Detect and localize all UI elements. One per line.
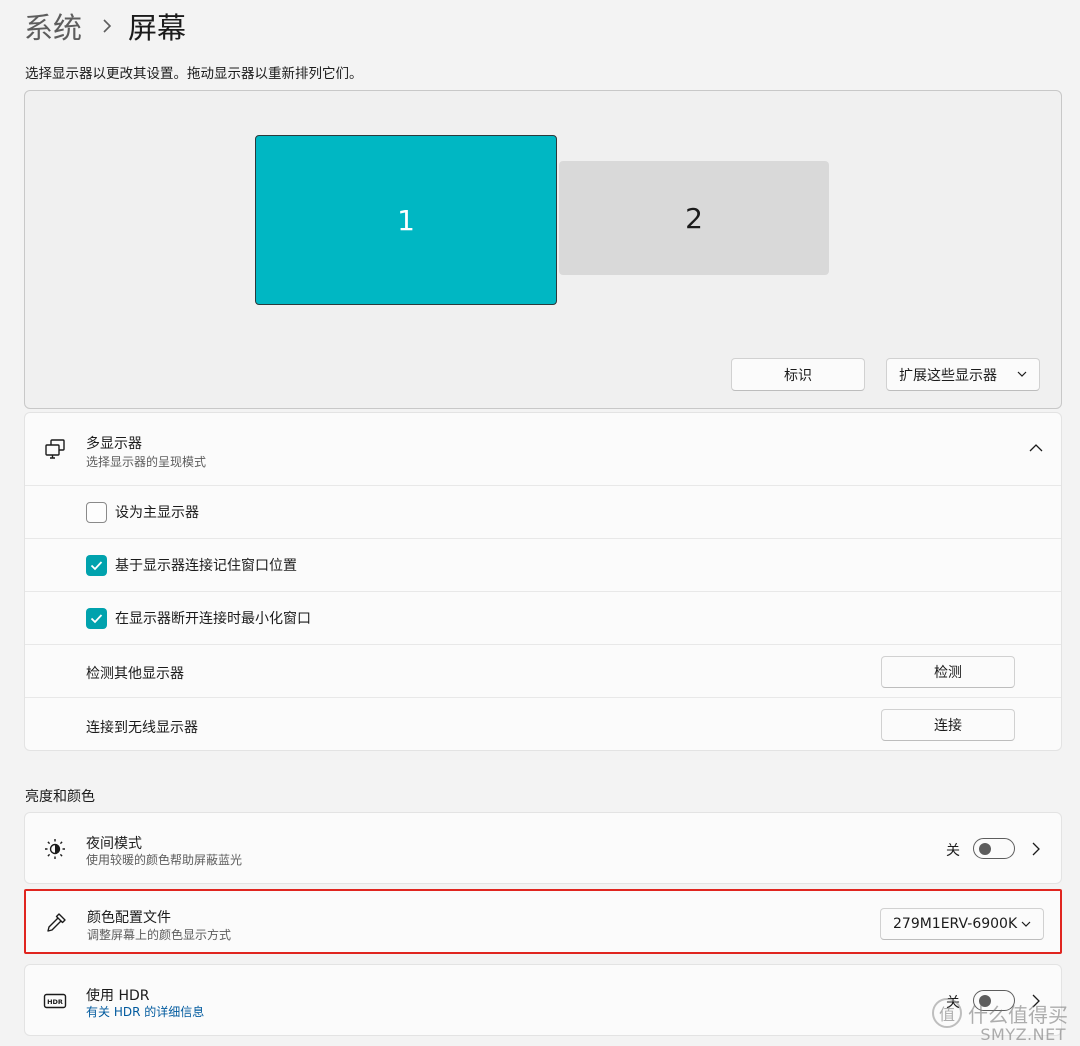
watermark: 值 什么值得买 — [932, 998, 1068, 1028]
eyedropper-icon — [47, 913, 66, 932]
chevron-up-icon[interactable] — [1029, 443, 1043, 453]
night-light-state: 关 — [946, 843, 960, 859]
night-light-toggle[interactable] — [973, 838, 1015, 859]
display-arrangement-panel: 1 2 标识 扩展这些显示器 — [24, 90, 1062, 409]
option-label: 在显示器断开连接时最小化窗口 — [115, 611, 311, 627]
hdr-icon-text: HDR — [47, 998, 63, 1006]
hdr-card[interactable]: HDR 使用 HDR 有关 HDR 的详细信息 关 — [24, 964, 1062, 1036]
chevron-right-icon — [102, 18, 112, 34]
page-description: 选择显示器以更改其设置。拖动显示器以重新排列它们。 — [25, 66, 363, 82]
monitor-1-tile[interactable]: 1 — [255, 135, 557, 305]
page-title: 屏幕 — [128, 11, 187, 45]
monitor-2-label: 2 — [685, 201, 703, 235]
chevron-right-icon[interactable] — [1032, 842, 1040, 856]
multi-display-title: 多显示器 — [86, 436, 142, 452]
watermark-site: SMYZ.NET — [980, 1025, 1066, 1044]
multi-display-card: 多显示器 选择显示器的呈现模式 设为主显示器 基于显示器连接记住窗口位置 在显示… — [24, 412, 1062, 751]
color-profile-subtitle: 调整屏幕上的颜色显示方式 — [87, 928, 232, 942]
checkmark-icon — [90, 561, 103, 571]
color-profile-title: 颜色配置文件 — [87, 910, 171, 926]
hdr-title: 使用 HDR — [86, 988, 150, 1004]
extend-displays-dropdown[interactable]: 扩展这些显示器 — [886, 358, 1040, 391]
connect-button[interactable]: 连接 — [881, 709, 1015, 741]
chevron-down-icon — [1017, 371, 1027, 377]
color-profile-card: 颜色配置文件 调整屏幕上的颜色显示方式 279M1ERV-6900K — [24, 889, 1062, 954]
hdr-icon: HDR — [43, 993, 67, 1009]
hdr-info-link[interactable]: 有关 HDR 的详细信息 — [86, 1003, 204, 1020]
option-remember-window-positions[interactable]: 基于显示器连接记住窗口位置 — [25, 538, 1061, 591]
wireless-display-row: 连接到无线显示器 连接 — [25, 697, 1061, 751]
checkbox-unchecked[interactable] — [86, 502, 107, 523]
multi-display-header[interactable]: 多显示器 选择显示器的呈现模式 — [25, 413, 1061, 485]
wireless-display-label: 连接到无线显示器 — [86, 720, 198, 736]
identify-button[interactable]: 标识 — [731, 358, 865, 391]
section-heading-brightness-color: 亮度和颜色 — [25, 789, 95, 805]
checkbox-checked[interactable] — [86, 608, 107, 629]
monitor-2-tile[interactable]: 2 — [559, 161, 829, 275]
checkbox-checked[interactable] — [86, 555, 107, 576]
extend-displays-label: 扩展这些显示器 — [899, 367, 997, 384]
option-label: 基于显示器连接记住窗口位置 — [115, 558, 297, 574]
color-profile-dropdown[interactable]: 279M1ERV-6900K — [880, 908, 1044, 940]
night-light-icon — [45, 839, 65, 859]
detect-displays-row: 检测其他显示器 检测 — [25, 644, 1061, 697]
night-light-title: 夜间模式 — [86, 836, 142, 852]
watermark-badge: 值 — [932, 998, 962, 1028]
night-light-subtitle: 使用较暖的颜色帮助屏蔽蓝光 — [86, 853, 243, 867]
night-light-card[interactable]: 夜间模式 使用较暖的颜色帮助屏蔽蓝光 关 — [24, 812, 1062, 884]
detect-displays-label: 检测其他显示器 — [86, 666, 184, 682]
multiple-monitors-icon — [45, 439, 65, 459]
detect-button[interactable]: 检测 — [881, 656, 1015, 688]
breadcrumb-parent[interactable]: 系统 — [24, 5, 82, 47]
color-profile-value: 279M1ERV-6900K — [893, 916, 1018, 932]
watermark-text: 什么值得买 — [968, 1002, 1068, 1027]
option-minimize-on-disconnect[interactable]: 在显示器断开连接时最小化窗口 — [25, 591, 1061, 644]
breadcrumb: 系统 屏幕 — [24, 4, 186, 48]
option-primary-display[interactable]: 设为主显示器 — [25, 485, 1061, 538]
chevron-down-icon — [1021, 921, 1031, 927]
multi-display-subtitle: 选择显示器的呈现模式 — [86, 455, 207, 469]
monitor-1-label: 1 — [397, 203, 415, 237]
checkmark-icon — [90, 614, 103, 624]
option-label: 设为主显示器 — [115, 505, 199, 521]
